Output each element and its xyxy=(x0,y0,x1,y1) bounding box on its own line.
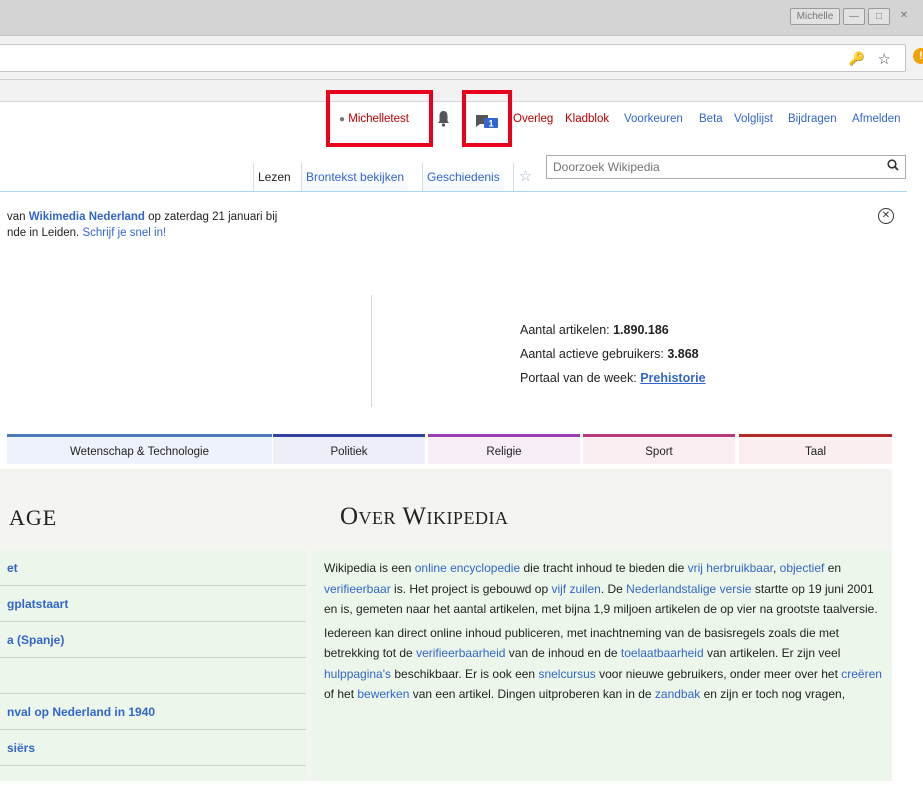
left-list-item xyxy=(0,658,306,694)
minimize-button[interactable]: — xyxy=(843,8,865,25)
stats-box: Aantal artikelen: 1.890.186 Aantal actie… xyxy=(520,323,706,385)
link-verifieerbaarheid[interactable]: verifieerbaarheid xyxy=(416,646,505,660)
notice-link-signup[interactable]: Schrijf je snel in! xyxy=(82,227,166,239)
portal-of-week-link[interactable]: Prehistorie xyxy=(640,371,705,385)
left-section-heading: AGE xyxy=(9,505,58,530)
wikipedia-page: ● Michelletest 1 Overleg Kladblok Voorkeur… xyxy=(0,90,923,786)
active-users-count: 3.868 xyxy=(667,347,699,361)
profile-button[interactable]: Michelle xyxy=(790,8,840,25)
content-border xyxy=(0,191,907,192)
bookmark-star-icon[interactable]: ☆ xyxy=(878,50,891,68)
search-form xyxy=(546,155,906,179)
personal-link-bijdragen[interactable]: Bijdragen xyxy=(788,113,837,125)
tab-read[interactable]: Lezen xyxy=(253,163,295,191)
link-bewerken[interactable]: bewerken xyxy=(357,687,409,701)
browser-titlebar: Michelle — □ ✕ xyxy=(0,0,923,36)
link-toelaatbaarheid[interactable]: toelaatbaarheid xyxy=(621,646,704,660)
tab-history[interactable]: Geschiedenis xyxy=(422,163,504,191)
over-wikipedia-body: Wikipedia is een online encyclopedie die… xyxy=(312,550,892,781)
over-wikipedia-section: Over Wikipedia Wikipedia is een online e… xyxy=(312,469,892,781)
link-creeren[interactable]: creëren xyxy=(841,667,882,681)
personal-link-afmelden[interactable]: Afmelden xyxy=(852,113,901,125)
portal-bar: Wetenschap & Technologie Politiek Religie S… xyxy=(0,434,892,464)
site-notice: van Wikimedia Nederland op zaterdag 21 j… xyxy=(7,211,278,239)
left-list-item[interactable]: gplatstaart xyxy=(0,586,306,622)
maximize-button[interactable]: □ xyxy=(868,8,890,25)
personal-link-voorkeuren[interactable]: Voorkeuren xyxy=(624,113,683,125)
link-online-encyclopedie[interactable]: online encyclopedie xyxy=(415,561,520,575)
highlight-notices-box xyxy=(462,90,512,147)
link-snelcursus[interactable]: snelcursus xyxy=(538,667,595,681)
left-article-list: et gplatstaart a (Spanje) nval op Nederland… xyxy=(0,550,306,781)
link-vrij-herbruikbaar[interactable]: vrij herbruikbaar xyxy=(688,561,773,575)
search-input[interactable] xyxy=(547,156,877,178)
left-list-item[interactable]: nval op Nederland in 1940 xyxy=(0,694,306,730)
left-list-item[interactable]: siërs xyxy=(0,730,306,766)
link-objectief[interactable]: objectief xyxy=(780,561,825,575)
link-verifieerbaar[interactable]: verifieerbaar xyxy=(324,582,391,596)
dismiss-notice-icon[interactable]: ✕ xyxy=(878,208,894,224)
watch-star-icon[interactable]: ☆ xyxy=(513,163,537,191)
about-paragraph-1: Wikipedia is een online encyclopedie die… xyxy=(324,561,878,616)
extension-warning-icon[interactable]: ! xyxy=(913,48,923,64)
left-section: AGE et gplatstaart a (Spanje) nval op Neder… xyxy=(0,469,312,781)
personal-link-beta[interactable]: Beta xyxy=(699,113,723,125)
personal-link-volglijst[interactable]: Volglijst xyxy=(734,113,773,125)
articles-count: 1.890.186 xyxy=(613,323,669,337)
browser-toolbar: 🔑 ☆ ! xyxy=(0,36,923,80)
search-magnifier-icon[interactable] xyxy=(887,159,899,174)
tab-view-source[interactable]: Brontekst bekijken xyxy=(301,163,409,191)
portal-sport[interactable]: Sport xyxy=(583,434,735,464)
address-bar[interactable]: 🔑 ☆ xyxy=(0,44,906,72)
highlight-username-box xyxy=(326,90,433,147)
link-nederlandstalige-versie[interactable]: Nederlandstalige versie xyxy=(626,582,751,596)
close-window-button[interactable]: ✕ xyxy=(893,8,915,25)
link-zandbak[interactable]: zandbak xyxy=(655,687,700,701)
portal-religie[interactable]: Religie xyxy=(428,434,580,464)
key-icon[interactable]: 🔑 xyxy=(849,51,865,67)
window-controls: Michelle — □ ✕ xyxy=(790,8,915,25)
header-divider xyxy=(371,295,372,407)
left-list-item[interactable]: a (Spanje) xyxy=(0,622,306,658)
link-vijf-zuilen[interactable]: vijf zuilen xyxy=(551,582,600,596)
notifications-bell-icon[interactable] xyxy=(437,110,450,130)
over-wikipedia-heading: Over Wikipedia xyxy=(340,503,509,530)
portal-politiek[interactable]: Politiek xyxy=(273,434,425,464)
about-paragraph-2: Iedereen kan direct online inhoud public… xyxy=(324,625,882,702)
portal-wetenschap-technologie[interactable]: Wetenschap & Technologie xyxy=(7,434,272,464)
personal-link-overleg[interactable]: Overleg xyxy=(513,113,553,125)
notice-link-wikimedia[interactable]: Wikimedia Nederland xyxy=(29,211,145,223)
left-list-item[interactable]: et xyxy=(0,550,306,586)
personal-link-kladblok[interactable]: Kladblok xyxy=(565,113,609,125)
link-hulppaginas[interactable]: hulppagina's xyxy=(324,667,391,681)
portal-taal[interactable]: Taal xyxy=(739,434,892,464)
